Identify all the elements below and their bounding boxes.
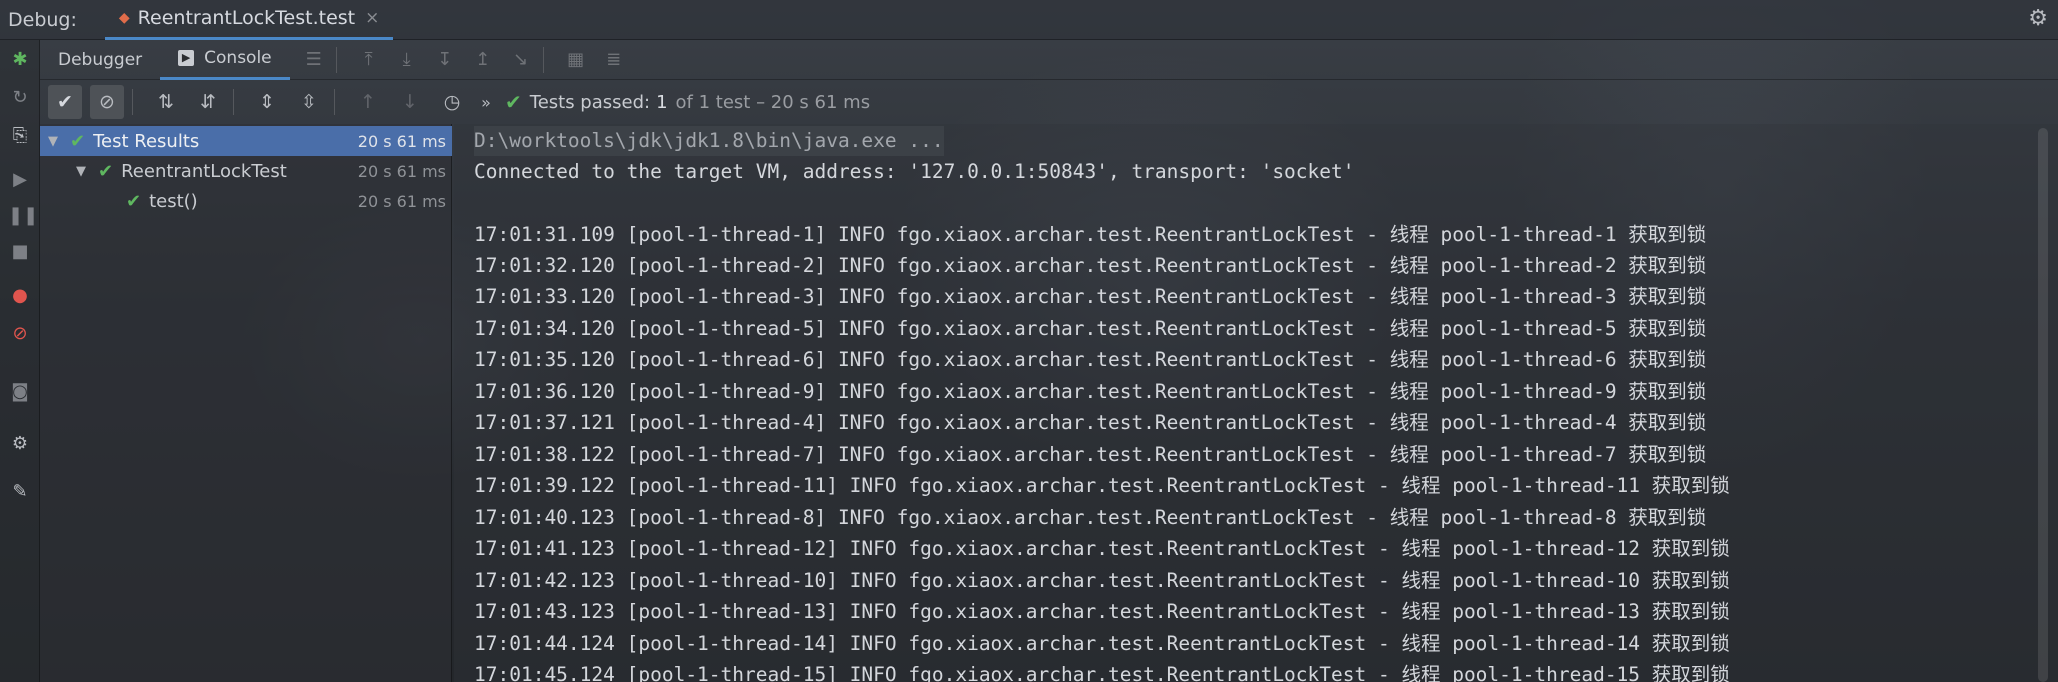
tab-console[interactable]: ▶ Console [160, 40, 290, 80]
view-breakpoints-icon[interactable]: ● [8, 284, 32, 308]
close-icon[interactable]: × [365, 8, 379, 28]
tree-item-time: 20 s 61 ms [357, 191, 446, 211]
tree-item-time: 20 s 61 ms [357, 131, 446, 151]
console-line: 17:01:45.124 [pool-1-thread-15] INFO fgo… [474, 663, 1730, 682]
more-icon[interactable]: » [477, 85, 495, 119]
console-line: 17:01:43.123 [pool-1-thread-13] INFO fgo… [474, 600, 1730, 623]
run-to-cursor-icon[interactable]: ↘ [507, 46, 535, 74]
tree-item-time: 20 s 61 ms [357, 161, 446, 181]
step-over-icon[interactable]: ⤓ [393, 46, 421, 74]
tab-debugger-label: Debugger [58, 49, 143, 70]
console-line: 17:01:32.120 [pool-1-thread-2] INFO fgo.… [474, 254, 1707, 277]
console-line: Connected to the target VM, address: '12… [474, 160, 1355, 183]
tests-passed-label: Tests passed: [529, 91, 651, 113]
tree-item-label: Test Results [93, 130, 200, 152]
pause-icon[interactable]: ❚❚ [8, 204, 38, 228]
console-icon: ▶ [178, 50, 195, 66]
rerun-icon[interactable]: ↻ [8, 86, 32, 110]
show-execution-point-icon[interactable]: ⤒ [355, 46, 383, 74]
gear-icon[interactable]: ⚙ [2028, 6, 2048, 31]
console-output[interactable]: D:\worktools\jdk\jdk1.8\bin\java.exe ...… [454, 124, 2058, 682]
previous-icon[interactable]: ↑ [351, 85, 385, 119]
console-line: 17:01:41.123 [pool-1-thread-12] INFO fgo… [474, 537, 1730, 560]
debug-label: Debug: [8, 8, 77, 31]
check-icon: ✔ [126, 190, 142, 212]
tests-passed-count: 1 [656, 91, 668, 113]
settings-icon[interactable]: ⚙ [8, 432, 32, 456]
check-icon: ✔ [70, 130, 86, 152]
left-toolbar: ✱ ↻ ⎘ ▶ ❚❚ ■ ● ⊘ ◙ ⚙ ✎ [0, 40, 40, 682]
tree-item-class[interactable]: ▼ ✔ ReentrantLockTest 20 s 61 ms [40, 156, 452, 186]
console-line: 17:01:31.109 [pool-1-thread-1] INFO fgo.… [474, 223, 1707, 246]
tree-item-method[interactable]: ✔ test() 20 s 61 ms [40, 186, 452, 216]
separator [334, 89, 335, 115]
chevron-down-icon[interactable]: ▼ [72, 164, 90, 179]
separator [132, 89, 133, 115]
resume-icon[interactable]: ▶ [8, 168, 32, 192]
show-ignored-icon[interactable]: ⊘ [90, 85, 124, 119]
run-tab-label: ReentrantLockTest.test [137, 7, 356, 29]
console-line: 17:01:38.122 [pool-1-thread-7] INFO fgo.… [474, 443, 1707, 466]
show-passed-icon[interactable]: ✔ [48, 85, 82, 119]
stop-icon[interactable]: ■ [8, 240, 32, 264]
expand-all-icon[interactable]: ⇕ [250, 85, 284, 119]
tests-passed-detail: of 1 test – 20 s 61 ms [675, 91, 871, 113]
debug-subtabs: Debugger ▶ Console ☰ ⤒ ⤓ ↧ ↥ ↘ ▦ ≣ [40, 40, 2058, 80]
console-line: 17:01:39.122 [pool-1-thread-11] INFO fgo… [474, 474, 1730, 497]
title-bar: Debug: ◆ ReentrantLockTest.test × ⚙ [0, 0, 2058, 40]
mute-breakpoints-icon[interactable]: ⊘ [8, 322, 32, 346]
console-line: 17:01:33.120 [pool-1-thread-3] INFO fgo.… [474, 285, 1707, 308]
tests-passed-status: ✔ Tests passed: 1 of 1 test – 20 s 61 ms [505, 90, 870, 114]
menu-icon[interactable]: ☰ [300, 46, 328, 74]
console-line: 17:01:35.120 [pool-1-thread-6] INFO fgo.… [474, 348, 1707, 371]
chevron-down-icon[interactable]: ▼ [44, 134, 62, 149]
restore-layout-icon[interactable]: ⎘ [8, 124, 32, 148]
run-config-tab[interactable]: ◆ ReentrantLockTest.test × [104, 0, 394, 40]
collapse-all-icon[interactable]: ⇳ [292, 85, 326, 119]
sort-duration-icon[interactable]: ⇵ [191, 85, 225, 119]
test-toolbar: ✔ ⊘ ⇅ ⇵ ⇕ ⇳ ↑ ↓ ◷ » ✔ Tests passed: 1 of… [40, 82, 2058, 122]
console-line: 17:01:34.120 [pool-1-thread-5] INFO fgo.… [474, 317, 1707, 340]
camera-icon[interactable]: ◙ [8, 380, 32, 404]
next-icon[interactable]: ↓ [393, 85, 427, 119]
tab-console-label: Console [204, 48, 272, 68]
console-line: 17:01:44.124 [pool-1-thread-14] INFO fgo… [474, 632, 1730, 655]
console-line: 17:01:40.123 [pool-1-thread-8] INFO fgo.… [474, 506, 1707, 529]
console-line: 17:01:36.120 [pool-1-thread-9] INFO fgo.… [474, 380, 1707, 403]
tree-item-label: ReentrantLockTest [121, 160, 287, 182]
tree-item-label: test() [149, 190, 198, 212]
tree-item-test-results[interactable]: ▼ ✔ Test Results 20 s 61 ms [40, 126, 452, 156]
test-results-tree: ▼ ✔ Test Results 20 s 61 ms ▼ ✔ Reentran… [40, 124, 452, 682]
evaluate-expression-icon[interactable]: ▦ [562, 46, 590, 74]
separator [233, 89, 234, 115]
separator [335, 46, 337, 73]
separator [542, 46, 544, 73]
check-icon: ✔ [505, 90, 522, 114]
tab-debugger[interactable]: Debugger [40, 40, 160, 80]
test-run-icon: ◆ [118, 10, 130, 26]
trace-icon[interactable]: ≣ [600, 46, 628, 74]
debug-bug-icon[interactable]: ✱ [8, 48, 32, 72]
console-line: 17:01:37.121 [pool-1-thread-4] INFO fgo.… [474, 411, 1707, 434]
step-out-icon[interactable]: ↥ [469, 46, 497, 74]
console-line: 17:01:42.123 [pool-1-thread-10] INFO fgo… [474, 569, 1730, 592]
sort-alpha-icon[interactable]: ⇅ [149, 85, 183, 119]
step-into-icon[interactable]: ↧ [431, 46, 459, 74]
check-icon: ✔ [98, 160, 114, 182]
console-scrollbar[interactable] [2038, 128, 2048, 682]
console-line: D:\worktools\jdk\jdk1.8\bin\java.exe ... [474, 126, 944, 156]
pin-icon[interactable]: ✎ [8, 480, 32, 504]
debug-tool-window: Debug: ◆ ReentrantLockTest.test × ⚙ ✱ ↻ … [0, 0, 2058, 682]
history-icon[interactable]: ◷ [435, 85, 469, 119]
